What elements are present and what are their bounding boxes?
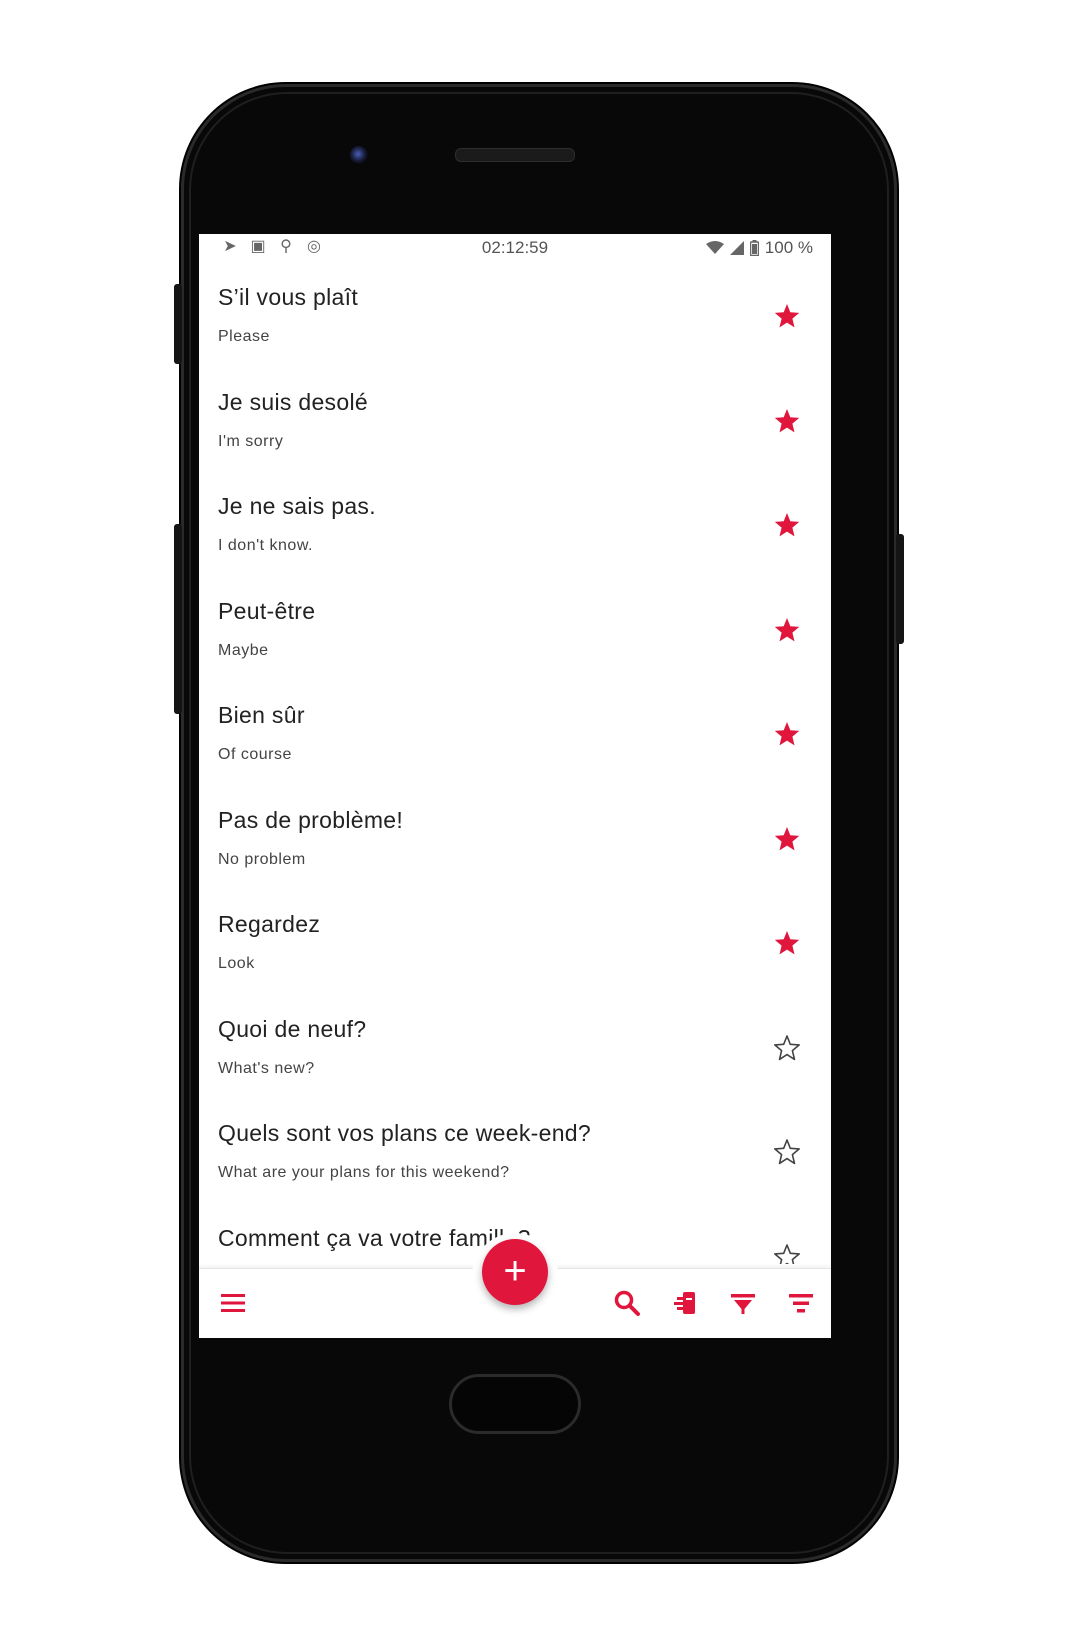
phrase-title: Bien sûr bbox=[218, 702, 305, 728]
list-item[interactable]: Je ne sais pas. I don't know. bbox=[199, 473, 831, 577]
wifi-icon bbox=[705, 241, 724, 254]
side-button bbox=[174, 524, 182, 714]
add-phrase-button[interactable]: + bbox=[482, 1239, 548, 1305]
phrase-translation: No problem bbox=[218, 850, 306, 868]
phrase-title: Regardez bbox=[218, 911, 321, 937]
status-bar: ➤ ▣ ⚲ ◎ 02:12:59 100 % bbox=[199, 234, 831, 264]
phone-frame: ➤ ▣ ⚲ ◎ 02:12:59 100 % S’il vous plaît P… bbox=[174, 84, 904, 1562]
star-filled-icon[interactable] bbox=[773, 511, 801, 539]
phrase-title: Pas de problème! bbox=[218, 806, 404, 833]
phrase-title: Quoi de neuf? bbox=[218, 1015, 367, 1042]
phrase-title: Je suis desolé bbox=[218, 388, 368, 415]
phrase-translation: What's new? bbox=[218, 1059, 315, 1077]
list-item[interactable]: S’il vous plaît Please bbox=[199, 264, 831, 368]
list-item[interactable]: Quoi de neuf? What's new? bbox=[199, 996, 831, 1100]
search-icon[interactable] bbox=[613, 1289, 641, 1317]
star-filled-icon[interactable] bbox=[773, 616, 801, 644]
phrase-translation: Look bbox=[218, 955, 255, 972]
phrase-title: Peut-être bbox=[218, 597, 316, 624]
phrase-title: S’il vous plaît bbox=[218, 284, 359, 310]
star-outline-icon[interactable] bbox=[773, 1034, 801, 1062]
list-item[interactable]: Peut-être Maybe bbox=[199, 578, 831, 682]
phrase-translation: Maybe bbox=[218, 641, 269, 659]
phrase-translation: What are your plans for this weekend? bbox=[218, 1164, 510, 1181]
power-button bbox=[896, 534, 904, 644]
signal-icon bbox=[729, 241, 744, 255]
home-button bbox=[449, 1374, 581, 1434]
sort-icon[interactable] bbox=[787, 1289, 815, 1317]
star-filled-icon[interactable] bbox=[773, 929, 801, 957]
star-outline-icon[interactable] bbox=[773, 1243, 801, 1265]
phrase-translation: I don't know. bbox=[218, 537, 313, 554]
phrase-title: Quels sont vos plans ce week-end? bbox=[218, 1120, 591, 1146]
star-filled-icon[interactable] bbox=[773, 302, 801, 330]
list-item[interactable]: Bien sûr Of course bbox=[199, 682, 831, 786]
battery-percent: 100 % bbox=[764, 238, 813, 257]
bottom-app-bar: + bbox=[199, 1233, 831, 1338]
phrase-title: Je ne sais pas. bbox=[218, 493, 376, 519]
system-icons: 100 % bbox=[705, 238, 813, 258]
front-camera bbox=[350, 146, 368, 164]
list-item[interactable]: Pas de problème! No problem bbox=[199, 787, 831, 891]
star-filled-icon[interactable] bbox=[773, 720, 801, 748]
menu-icon[interactable] bbox=[219, 1289, 247, 1317]
phrase-translation: I'm sorry bbox=[218, 432, 284, 450]
list-item[interactable]: Je suis desolé I'm sorry bbox=[199, 369, 831, 473]
app-screen: ➤ ▣ ⚲ ◎ 02:12:59 100 % S’il vous plaît P… bbox=[199, 234, 831, 1338]
battery-icon bbox=[749, 240, 759, 256]
phrase-list[interactable]: S’il vous plaît Please Je suis desolé I'm s… bbox=[199, 264, 831, 1264]
list-item[interactable]: Regardez Look bbox=[199, 891, 831, 995]
star-outline-icon[interactable] bbox=[773, 1138, 801, 1166]
phrase-translation: Of course bbox=[218, 746, 292, 763]
star-filled-icon[interactable] bbox=[773, 407, 801, 435]
volume-button bbox=[174, 284, 182, 364]
flashcards-icon[interactable] bbox=[671, 1289, 699, 1317]
star-filled-icon[interactable] bbox=[773, 825, 801, 853]
earpiece-speaker bbox=[455, 148, 575, 162]
phrase-translation: Please bbox=[218, 328, 270, 345]
list-item[interactable]: Quels sont vos plans ce week-end? What ar… bbox=[199, 1100, 831, 1204]
filter-icon[interactable] bbox=[729, 1289, 757, 1317]
